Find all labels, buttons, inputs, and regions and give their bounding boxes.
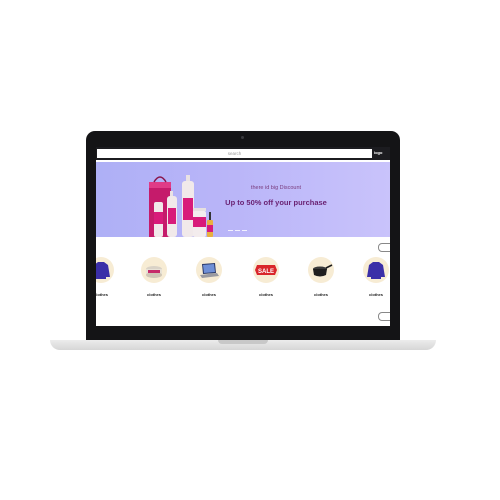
see-all-button[interactable]: [378, 243, 390, 252]
category-item[interactable]: SALE clothes: [249, 257, 283, 297]
svg-text:SALE: SALE: [258, 269, 274, 275]
carousel-dot[interactable]: [235, 230, 240, 231]
see-all-button[interactable]: [378, 312, 390, 321]
laptop-notch: [218, 340, 268, 344]
banner-subtitle: there id big Discount: [250, 185, 302, 191]
camera-icon: [241, 136, 244, 139]
laptop-icon: [196, 257, 222, 283]
search-bar: logo: [96, 147, 390, 160]
category-label: clothes: [96, 292, 108, 297]
search-input[interactable]: [97, 149, 372, 158]
banner-title: Up to 50% off your purchase: [225, 198, 327, 207]
category-item[interactable]: clothes: [304, 257, 338, 297]
category-label: clothes: [201, 292, 216, 297]
category-label: clothes: [368, 292, 383, 297]
category-item[interactable]: clothes: [96, 257, 118, 297]
screen: logo there id big: [96, 147, 390, 326]
category-list: clothes clothes clothes: [96, 257, 390, 307]
hoodie-icon: [363, 257, 389, 283]
category-item[interactable]: clothes: [137, 257, 171, 297]
hoodie-icon: [96, 257, 114, 283]
sale-tag-icon: SALE: [253, 257, 279, 283]
category-item[interactable]: clothes: [192, 257, 226, 297]
category-label: clothes: [258, 292, 273, 297]
pot-icon: [308, 257, 334, 283]
carousel-indicator[interactable]: [228, 230, 247, 231]
jar-icon: [141, 257, 167, 283]
promo-banner[interactable]: there id big Discount Up to 50% off your…: [96, 162, 390, 237]
category-item[interactable]: clothes: [359, 257, 390, 297]
cosmetic-products-image: [149, 175, 213, 237]
logo-button[interactable]: logo: [374, 150, 382, 155]
category-label: clothes: [146, 292, 161, 297]
carousel-dot[interactable]: [242, 230, 247, 231]
category-label: clothes: [313, 292, 328, 297]
carousel-dot[interactable]: [228, 230, 233, 231]
